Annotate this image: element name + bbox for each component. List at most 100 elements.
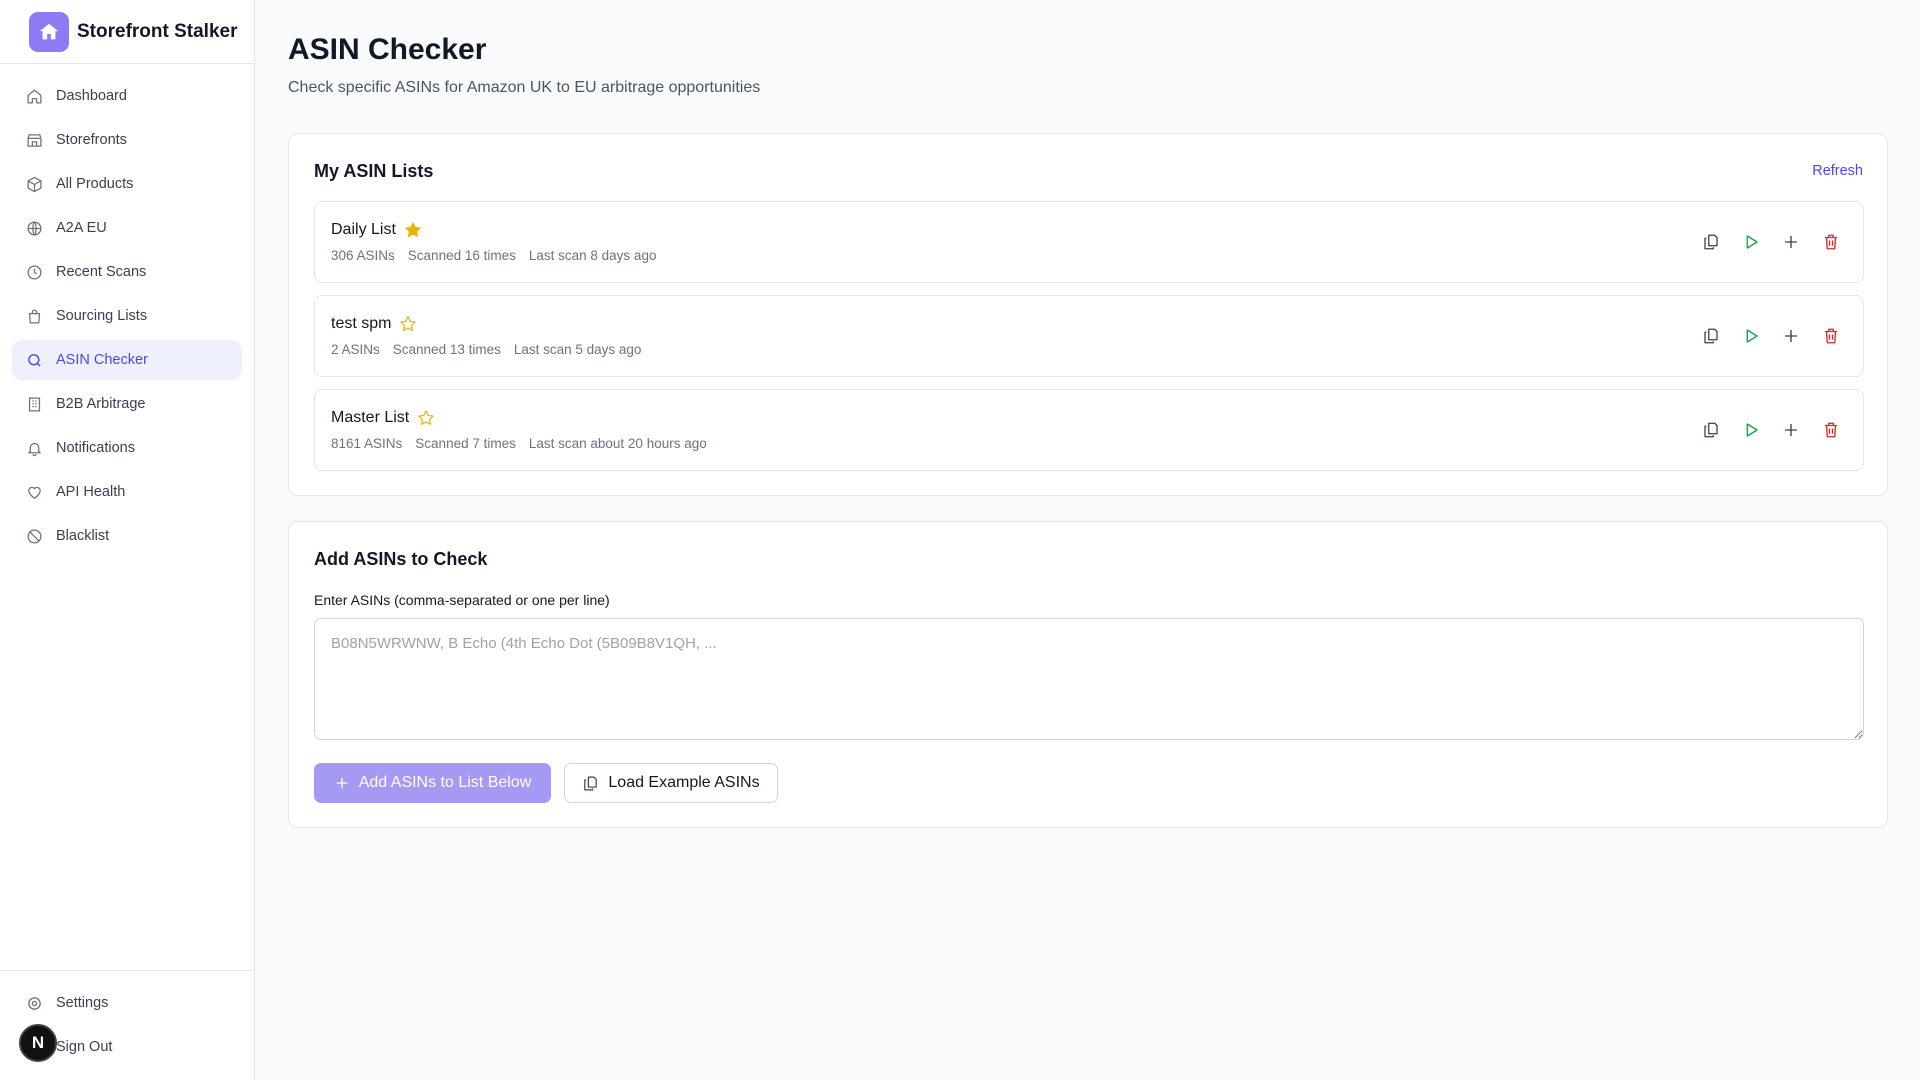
trash-icon — [1822, 327, 1840, 345]
asin-count: 8161 ASINs — [331, 436, 403, 451]
sidebar-item-label: ASIN Checker — [56, 352, 148, 368]
star-outline-icon[interactable] — [417, 409, 435, 427]
last-scan: Last scan about 20 hours ago — [528, 436, 707, 451]
asin-count: 306 ASINs — [331, 248, 395, 263]
page-subtitle: Check specific ASINs for Amazon UK to EU… — [288, 79, 761, 96]
row-actions — [1687, 320, 1847, 352]
building-icon — [25, 395, 43, 413]
trash-icon — [1822, 421, 1840, 439]
scan-count: Scanned 7 times — [415, 436, 516, 451]
list-meta: 8161 ASINs Scanned 7 times Last scan about… — [331, 436, 720, 451]
sidebar-item-label: Blacklist — [56, 528, 110, 544]
copy-icon — [1702, 421, 1720, 439]
play-icon — [1742, 233, 1760, 251]
sidebar-item-label: B2B Arbitrage — [56, 396, 146, 412]
sidebar-item-label: Notifications — [56, 440, 135, 456]
ban-icon — [25, 527, 43, 545]
card-title: Add ASINs to Check — [314, 549, 488, 569]
row-actions — [1687, 226, 1847, 258]
add-asins-card: Add ASINs to Check Enter ASINs (comma-se… — [288, 521, 1888, 828]
card-title: My ASIN Lists — [314, 161, 434, 181]
sidebar-item-label: All Products — [56, 176, 134, 192]
asin-lists-card: My ASIN Lists Refresh Daily List 306 ASI… — [288, 133, 1888, 496]
bell-icon — [25, 439, 43, 457]
home-logo-icon — [29, 11, 69, 52]
sidebar-item-api-health[interactable]: API Health — [12, 472, 242, 512]
refresh-link[interactable]: Refresh — [1812, 163, 1863, 179]
scan-count: Scanned 16 times — [407, 248, 516, 263]
copy-button[interactable] — [1695, 414, 1727, 446]
star-filled-icon[interactable] — [404, 221, 422, 239]
list-name: Daily List — [331, 221, 396, 238]
sidebar-item-storefronts[interactable]: Storefronts — [12, 120, 242, 160]
delete-button[interactable] — [1815, 320, 1847, 352]
asin-list-row[interactable]: Master List 8161 ASINs Scanned 7 times Las… — [314, 389, 1864, 471]
play-icon — [1742, 421, 1760, 439]
sidebar: Storefront Stalker Dashboard Storefronts… — [0, 0, 255, 1080]
play-scan-button[interactable] — [1735, 414, 1767, 446]
list-name: Master List — [331, 409, 410, 426]
button-label: Load Example ASINs — [608, 774, 760, 791]
list-name-wrap: Daily List — [331, 221, 422, 239]
scan-count: Scanned 13 times — [392, 342, 501, 357]
asin-list-row[interactable]: test spm 2 ASINs Scanned 13 times Last sca… — [314, 295, 1864, 377]
sidebar-nav: Dashboard Storefronts All Products A2A E… — [0, 64, 254, 556]
play-icon — [1742, 327, 1760, 345]
sidebar-item-a2a-eu[interactable]: A2A EU — [12, 208, 242, 248]
add-asins-to-list-button[interactable]: Add ASINs to List Below — [314, 763, 551, 803]
sidebar-item-dashboard[interactable]: Dashboard — [12, 76, 242, 116]
brand[interactable]: Storefront Stalker — [0, 0, 254, 64]
shopping-bag-icon — [25, 307, 43, 325]
sidebar-item-label: Recent Scans — [56, 264, 147, 280]
globe-icon — [25, 219, 43, 237]
n-badge[interactable]: N — [19, 1024, 57, 1062]
button-label: Add ASINs to List Below — [358, 774, 532, 791]
sidebar-item-blacklist[interactable]: Blacklist — [12, 516, 242, 556]
sidebar-item-asin-checker[interactable]: ASIN Checker — [12, 340, 242, 380]
sidebar-item-settings[interactable]: Settings — [12, 983, 243, 1023]
copy-button[interactable] — [1695, 320, 1727, 352]
sidebar-item-label: Dashboard — [56, 88, 127, 104]
asin-count: 2 ASINs — [331, 342, 380, 357]
sidebar-item-label: Settings — [56, 995, 109, 1011]
package-icon — [25, 175, 43, 193]
store-icon — [25, 131, 43, 149]
play-scan-button[interactable] — [1735, 226, 1767, 258]
sidebar-item-notifications[interactable]: Notifications — [12, 428, 242, 468]
delete-button[interactable] — [1815, 226, 1847, 258]
row-actions — [1687, 414, 1847, 446]
sidebar-item-label: Sign Out — [56, 1039, 113, 1055]
sidebar-item-recent-scans[interactable]: Recent Scans — [12, 252, 242, 292]
sidebar-item-label: A2A EU — [56, 220, 107, 236]
asin-input-label: Enter ASINs (comma-separated or one per … — [314, 592, 610, 608]
copy-button[interactable] — [1695, 226, 1727, 258]
sidebar-item-b2b-arbitrage[interactable]: B2B Arbitrage — [12, 384, 242, 424]
plus-icon — [334, 775, 350, 791]
add-asins-button[interactable] — [1775, 320, 1807, 352]
copy-icon — [582, 775, 599, 792]
delete-button[interactable] — [1815, 414, 1847, 446]
heart-icon — [25, 483, 43, 501]
list-name-wrap: Master List — [331, 409, 435, 427]
sidebar-item-sourcing-lists[interactable]: Sourcing Lists — [12, 296, 242, 336]
search-icon — [25, 351, 43, 369]
plus-icon — [1782, 327, 1800, 345]
gear-icon — [25, 994, 43, 1012]
plus-icon — [1782, 233, 1800, 251]
last-scan: Last scan 8 days ago — [528, 248, 657, 263]
sidebar-item-label: Sourcing Lists — [56, 308, 148, 324]
asin-input[interactable] — [314, 618, 1864, 740]
sidebar-item-label: Storefronts — [56, 132, 127, 148]
sidebar-item-label: API Health — [56, 484, 126, 500]
star-outline-icon[interactable] — [399, 315, 417, 333]
load-example-button[interactable]: Load Example ASINs — [564, 763, 778, 803]
add-asins-button[interactable] — [1775, 414, 1807, 446]
list-meta: 306 ASINs Scanned 16 times Last scan 8 day… — [331, 248, 669, 263]
copy-icon — [1702, 233, 1720, 251]
clock-icon — [25, 263, 43, 281]
page-title: ASIN Checker — [288, 33, 487, 66]
sidebar-item-all-products[interactable]: All Products — [12, 164, 242, 204]
add-asins-button[interactable] — [1775, 226, 1807, 258]
play-scan-button[interactable] — [1735, 320, 1767, 352]
asin-list-row[interactable]: Daily List 306 ASINs Scanned 16 times Last… — [314, 201, 1864, 283]
